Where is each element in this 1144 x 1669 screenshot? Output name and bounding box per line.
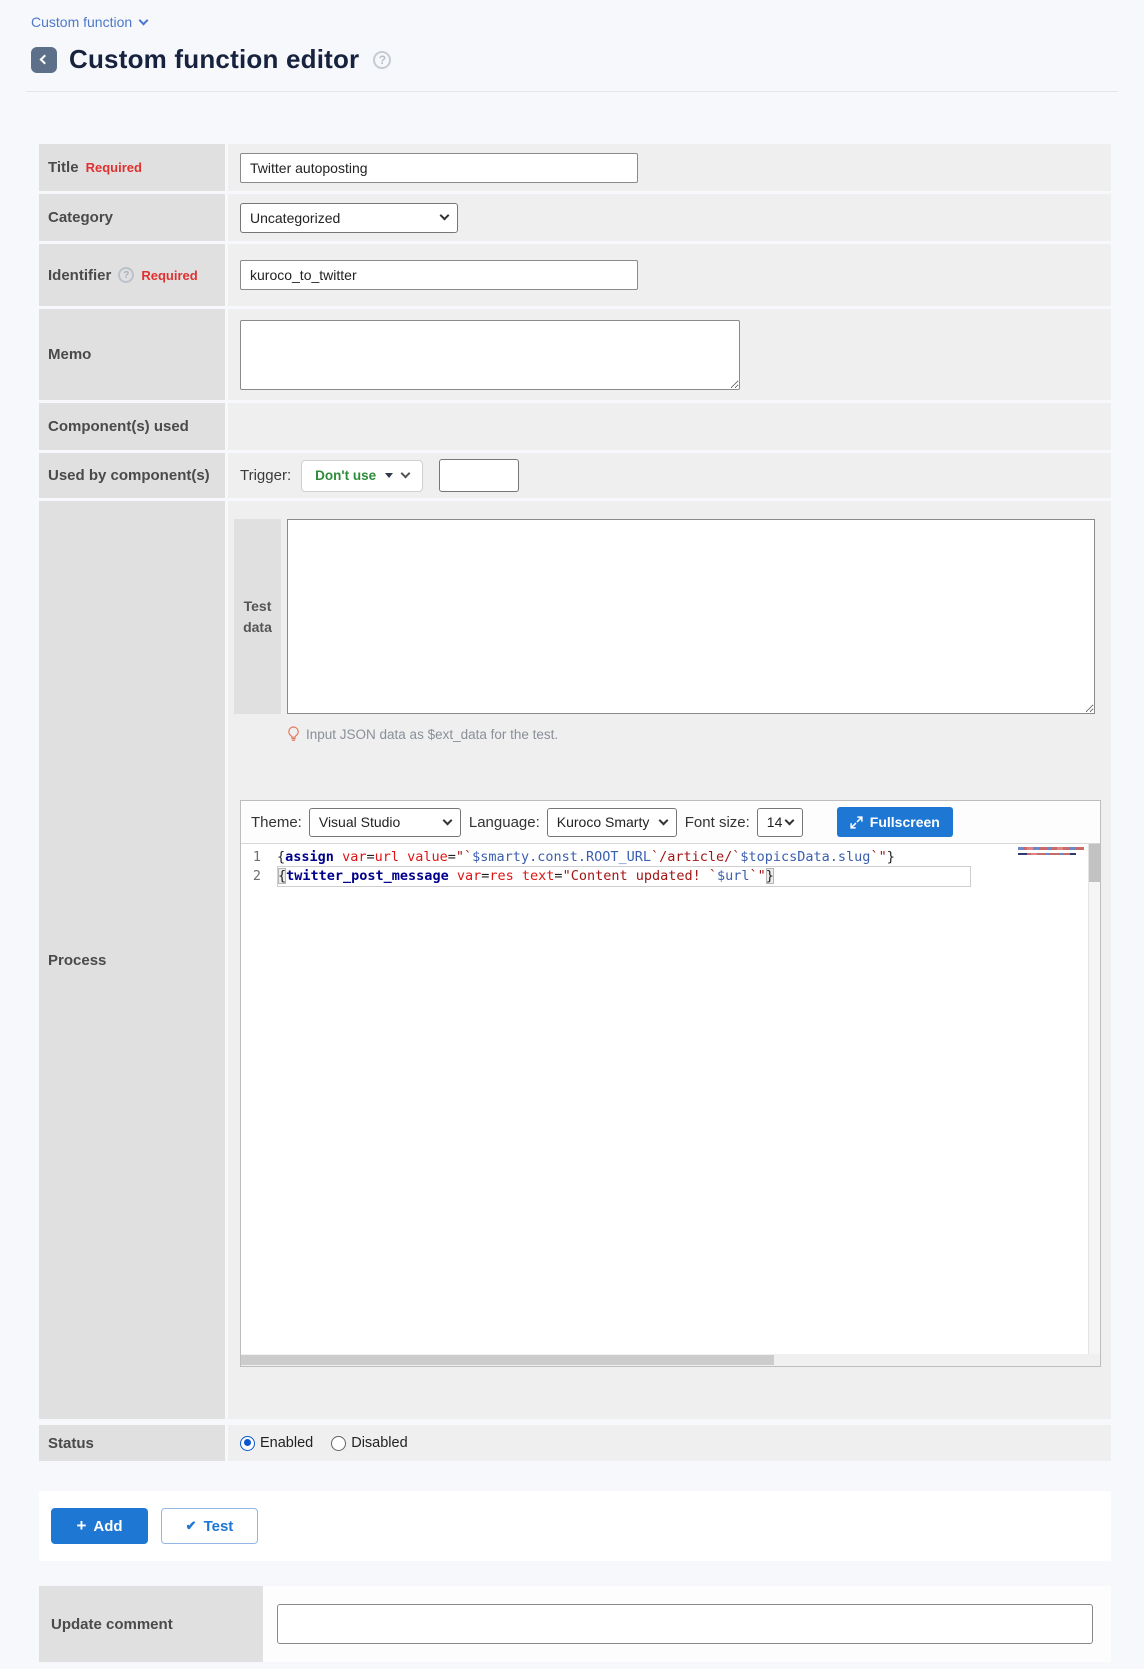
vertical-scrollbar[interactable] (1088, 844, 1100, 1354)
fullscreen-icon (850, 816, 863, 829)
code-editor: Theme: Visual Studio Language: Kuroco Sm… (240, 800, 1101, 1367)
test-data-label: Test data (234, 519, 281, 714)
chevron-down-icon (658, 815, 668, 825)
radio-enabled[interactable]: Enabled (240, 1435, 313, 1451)
plus-icon: + (76, 1517, 86, 1534)
trigger-label: Trigger: (240, 467, 291, 484)
chevron-down-icon (784, 815, 794, 825)
update-comment-section: Update comment (39, 1586, 1111, 1662)
identifier-input[interactable] (240, 260, 638, 290)
radio-unselected-icon (331, 1436, 346, 1451)
vertical-scrollbar-thumb[interactable] (1089, 844, 1100, 882)
back-button[interactable] (31, 47, 57, 73)
chevron-down-icon (139, 16, 149, 26)
form-row-identifier: Identifier ? Required (39, 244, 1111, 306)
components-used-label: Component(s) used (39, 403, 225, 450)
chevron-left-icon (40, 54, 50, 64)
trigger-extra-input[interactable] (439, 459, 519, 492)
header-divider (26, 91, 1118, 92)
help-icon[interactable]: ? (373, 51, 391, 69)
form-row-category: Category Uncategorized (39, 194, 1111, 241)
test-data-textarea[interactable] (287, 519, 1095, 714)
process-label: Process (39, 501, 225, 1419)
language-select[interactable]: Kuroco Smarty (547, 808, 677, 837)
breadcrumb[interactable]: Custom function (0, 0, 147, 30)
required-badge: Required (141, 268, 197, 283)
add-button[interactable]: + Add (51, 1508, 148, 1544)
fontsize-select[interactable]: 14 (757, 808, 803, 837)
trigger-select-button[interactable]: Don't use (301, 460, 423, 492)
test-button[interactable]: ✔ Test (161, 1508, 258, 1544)
help-icon[interactable]: ? (118, 267, 134, 283)
identifier-label: Identifier ? Required (39, 244, 225, 306)
form-row-used-by: Used by component(s) Trigger: Don't use (39, 453, 1111, 498)
theme-label: Theme: (251, 814, 302, 831)
chevron-down-icon (442, 815, 452, 825)
code-line[interactable]: 2{twitter_post_message var=res text="Con… (241, 867, 1100, 886)
required-badge: Required (86, 160, 142, 175)
code-line[interactable]: 1{assign var=url value="`$smarty.const.R… (241, 848, 1100, 867)
horizontal-scrollbar[interactable] (241, 1354, 1100, 1366)
radio-disabled[interactable]: Disabled (331, 1435, 407, 1451)
category-select[interactable]: Uncategorized (240, 203, 458, 233)
breadcrumb-label: Custom function (31, 14, 132, 30)
chevron-down-icon (440, 210, 450, 220)
code-area[interactable]: 1{assign var=url value="`$smarty.const.R… (241, 844, 1100, 1354)
chevron-down-icon (401, 469, 411, 479)
action-bar: + Add ✔ Test (39, 1491, 1111, 1561)
test-data-hint: Input JSON data as $ext_data for the tes… (287, 726, 1111, 742)
page-title: Custom function editor (69, 44, 359, 75)
caret-down-icon (385, 473, 393, 478)
lightbulb-icon (287, 726, 300, 742)
title-input[interactable] (240, 153, 638, 183)
used-by-label: Used by component(s) (39, 453, 225, 498)
memo-label: Memo (39, 309, 225, 400)
page-header: Custom function editor ? (0, 30, 1144, 75)
page: Custom function Custom function editor ?… (0, 0, 1144, 1662)
check-icon: ✔ (186, 1518, 197, 1534)
form-row-process: Process Test data Input JSON data as $ex… (39, 501, 1111, 1419)
code-lines: 1{assign var=url value="`$smarty.const.R… (241, 844, 1100, 886)
fontsize-label: Font size: (685, 814, 750, 831)
title-label: Title Required (39, 144, 225, 191)
form-row-status: Status Enabled Disabled (39, 1425, 1111, 1461)
editor-toolbar: Theme: Visual Studio Language: Kuroco Sm… (241, 801, 1100, 844)
radio-selected-icon (240, 1436, 255, 1451)
fullscreen-button[interactable]: Fullscreen (837, 807, 953, 837)
custom-function-form: Title Required Category Uncategorized Id… (39, 144, 1111, 1461)
update-comment-input[interactable] (277, 1604, 1093, 1644)
theme-select[interactable]: Visual Studio (309, 808, 461, 837)
update-comment-label: Update comment (39, 1586, 263, 1662)
form-row-memo: Memo (39, 309, 1111, 400)
status-label: Status (39, 1425, 225, 1461)
memo-textarea[interactable] (240, 320, 740, 390)
language-label: Language: (469, 814, 540, 831)
horizontal-scrollbar-thumb[interactable] (241, 1355, 774, 1365)
category-label: Category (39, 194, 225, 241)
form-row-title: Title Required (39, 144, 1111, 191)
form-row-components-used: Component(s) used (39, 403, 1111, 450)
components-used-value (228, 403, 1111, 450)
minimap (1018, 847, 1084, 858)
